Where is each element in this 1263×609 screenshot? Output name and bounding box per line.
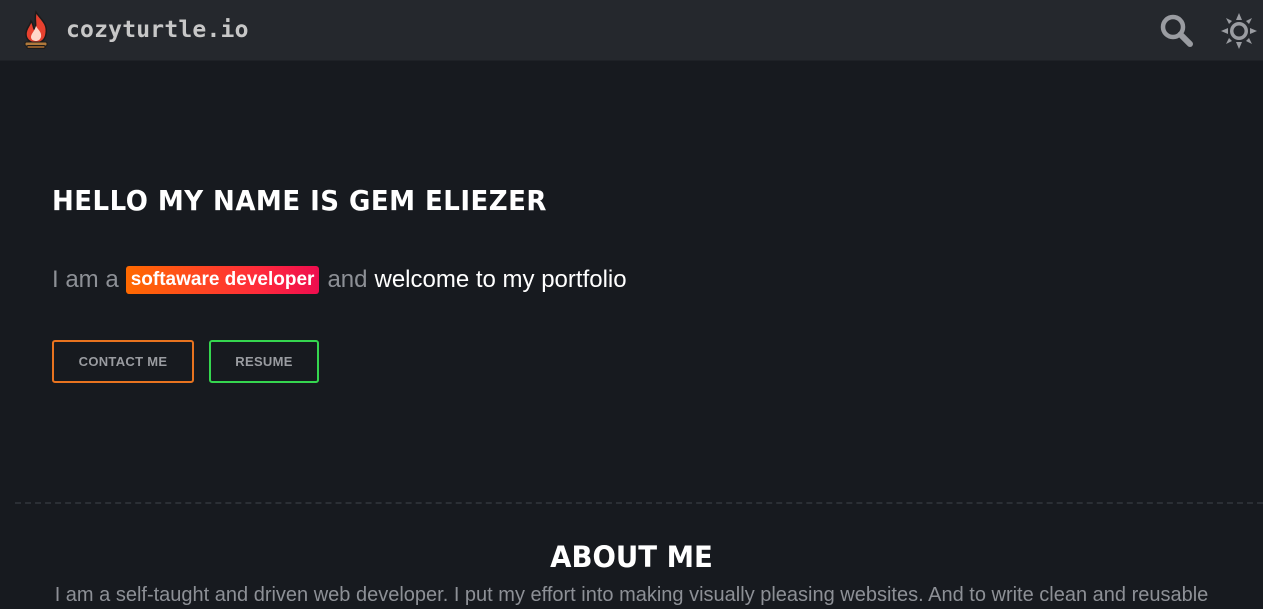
about-text: I am a self-taught and driven web develo… xyxy=(54,584,1209,606)
sun-icon xyxy=(1221,13,1257,49)
top-navbar: cozyturtle.io xyxy=(0,0,1263,60)
search-button[interactable] xyxy=(1158,12,1194,48)
section-divider xyxy=(15,502,1263,504)
subtitle-prefix: I am a xyxy=(52,266,119,293)
hero-subtitle: I am a softaware developer and welcome t… xyxy=(52,266,627,294)
theme-toggle-button[interactable] xyxy=(1221,13,1257,49)
contact-me-button[interactable]: CONTACT ME xyxy=(52,340,194,383)
search-icon xyxy=(1160,14,1193,47)
role-highlight: softaware developer xyxy=(125,266,320,294)
brand-name: cozyturtle.io xyxy=(66,17,249,43)
about-title: ABOUT ME xyxy=(550,540,713,574)
hero-title: HELLO MY NAME IS GEM ELIEZER xyxy=(52,184,547,217)
subtitle-and: and xyxy=(327,266,368,293)
brand-link[interactable]: cozyturtle.io xyxy=(18,10,249,50)
campfire-icon xyxy=(24,10,48,49)
subtitle-suffix: welcome to my portfolio xyxy=(374,266,627,293)
resume-button[interactable]: RESUME xyxy=(209,340,319,383)
